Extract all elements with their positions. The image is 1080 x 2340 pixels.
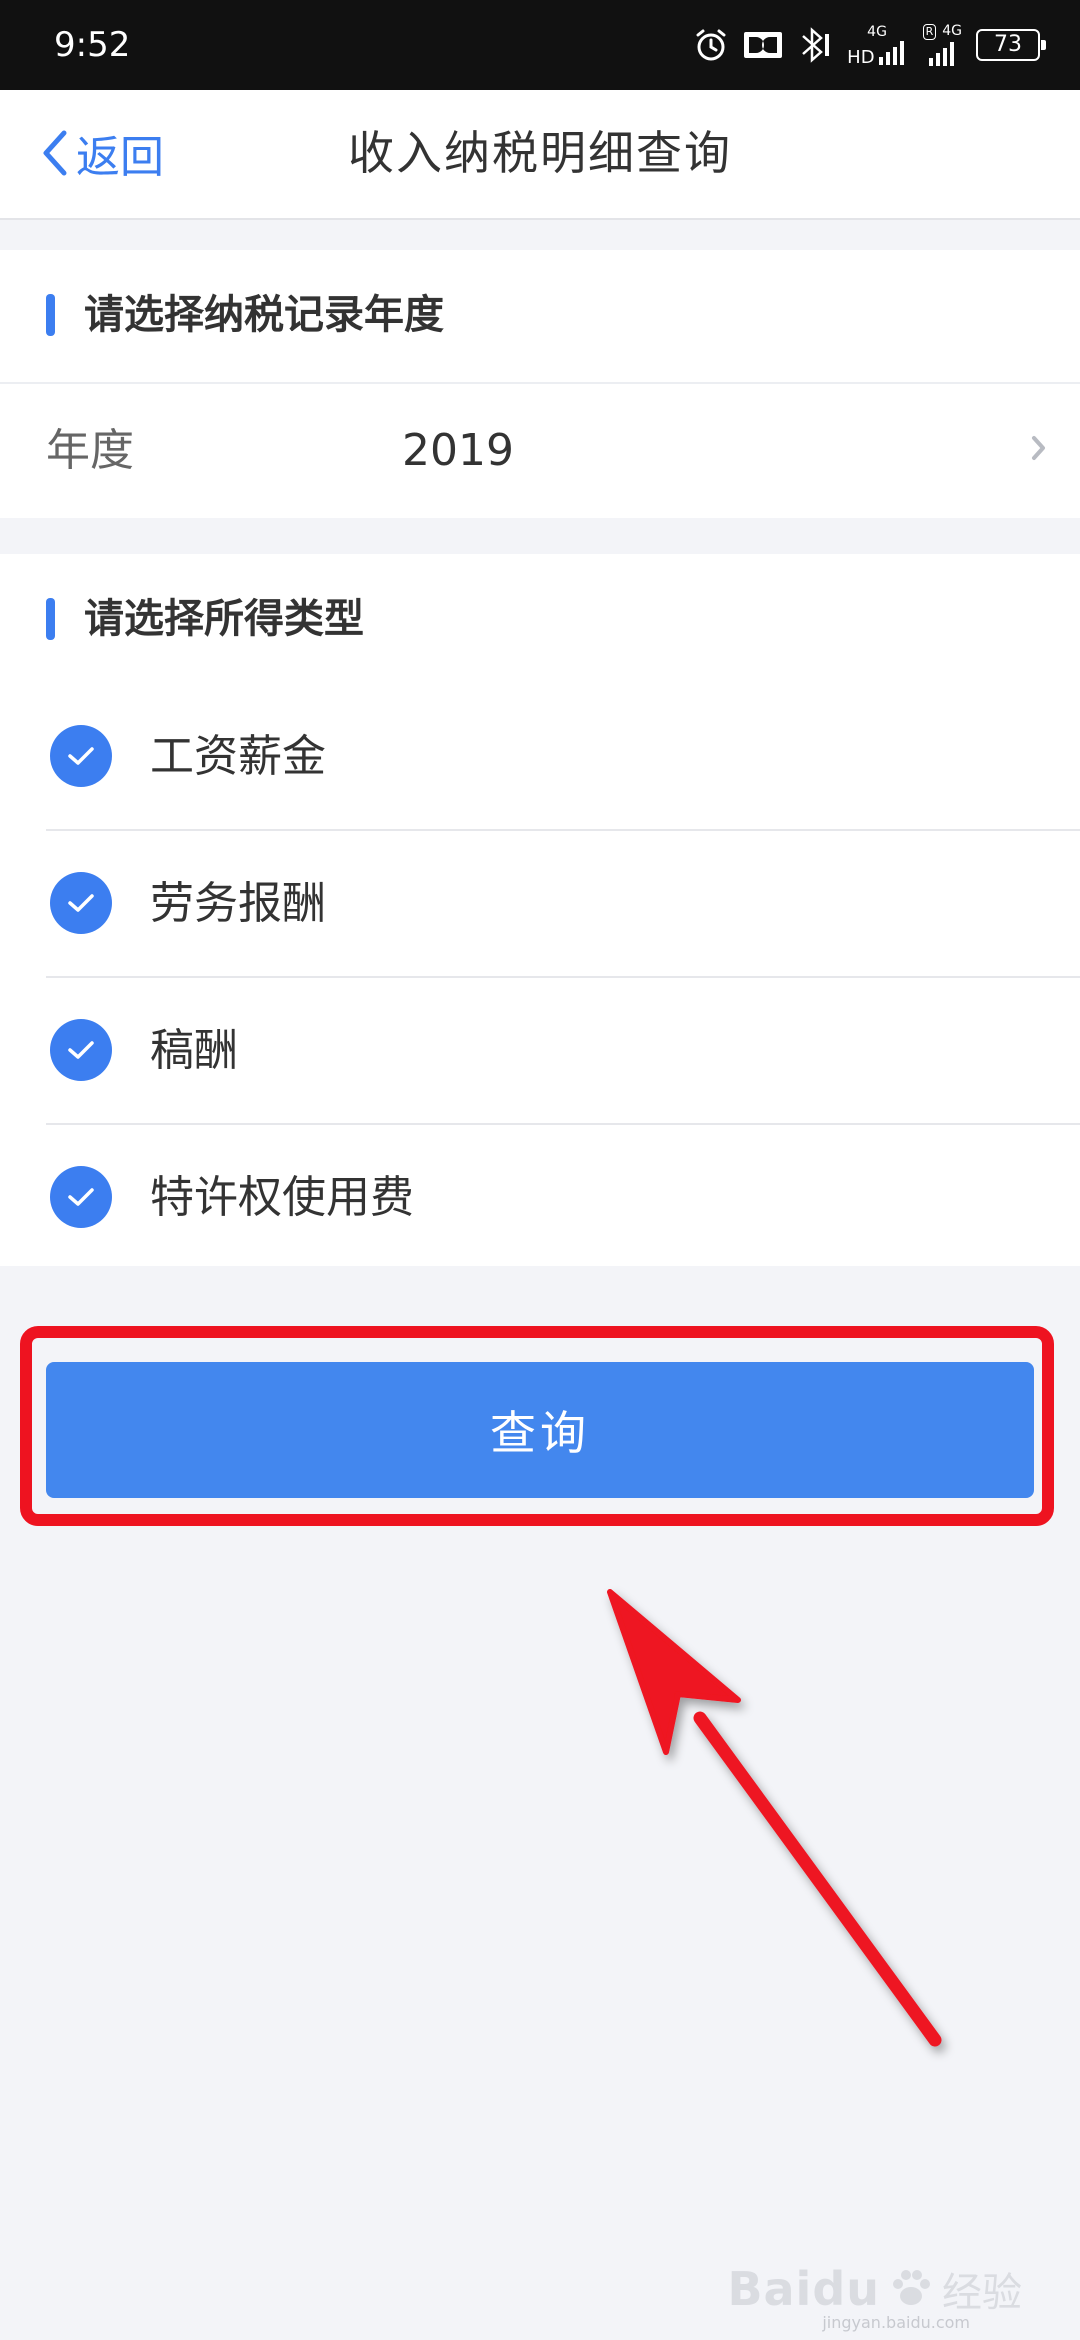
dolby-icon [744,32,783,58]
check-icon[interactable] [50,872,112,934]
check-icon[interactable] [50,725,112,787]
paw-icon [893,2270,930,2305]
income-section-header: 请选择所得类型 [0,554,1080,684]
page-title: 收入纳税明细查询 [348,126,732,180]
chevron-right-icon [1032,436,1045,460]
signal-group-2: R 4G [922,23,962,66]
battery-icon: 73 [976,29,1046,61]
section-accent-bar [46,294,55,336]
year-section-header: 请选择纳税记录年度 [0,250,1080,384]
income-item-salary[interactable]: 工资薪金 [46,684,1080,831]
income-type-list: 工资薪金 劳务报酬 稿酬 特许权使用费 [0,684,1080,1270]
roaming-badge: R [922,24,937,40]
status-bar: 9:52 4G HD R 4G 73 [0,0,1080,90]
alarm-icon [696,29,726,61]
check-icon[interactable] [50,1019,112,1081]
watermark: Baidu 经验 [727,2260,1022,2318]
year-value: 2019 [402,425,514,476]
income-label: 特许权使用费 [150,1172,414,1223]
status-icons: 4G HD R 4G 73 [693,20,1046,70]
signal-icon [928,42,954,66]
income-item-labor[interactable]: 劳务报酬 [46,831,1080,978]
income-type-card: 请选择所得类型 工资薪金 劳务报酬 稿酬 特许权使用费 [0,554,1080,1266]
network-type: 4G [867,24,887,40]
signal-group-1: 4G HD [847,24,908,68]
income-section-title: 请选择所得类型 [84,596,364,642]
year-section-title: 请选择纳税记录年度 [84,292,444,338]
section-accent-bar [46,598,55,640]
nav-bar: 返回 收入纳税明细查询 [0,90,1080,220]
bluetooth-icon [802,27,830,63]
year-selector[interactable]: 年度 2019 [0,384,1080,518]
income-label: 稿酬 [150,1025,238,1076]
income-item-royalty[interactable]: 稿酬 [46,978,1080,1125]
watermark-url: jingyan.baidu.com [822,2313,970,2332]
watermark-brand: Baidu [727,2262,880,2316]
year-card: 请选择纳税记录年度 年度 2019 [0,250,1080,518]
network-type-2: 4G [942,23,962,39]
signal-icon [878,41,904,65]
year-label: 年度 [46,425,134,476]
income-item-franchise[interactable]: 特许权使用费 [46,1125,1080,1270]
income-label: 劳务报酬 [150,878,326,929]
income-label: 工资薪金 [150,731,326,782]
status-time: 9:52 [54,25,131,65]
query-button[interactable]: 查询 [46,1362,1034,1498]
network-hd: HD [847,47,875,68]
check-icon[interactable] [50,1166,112,1228]
watermark-cn: 经验 [942,2270,1022,2316]
